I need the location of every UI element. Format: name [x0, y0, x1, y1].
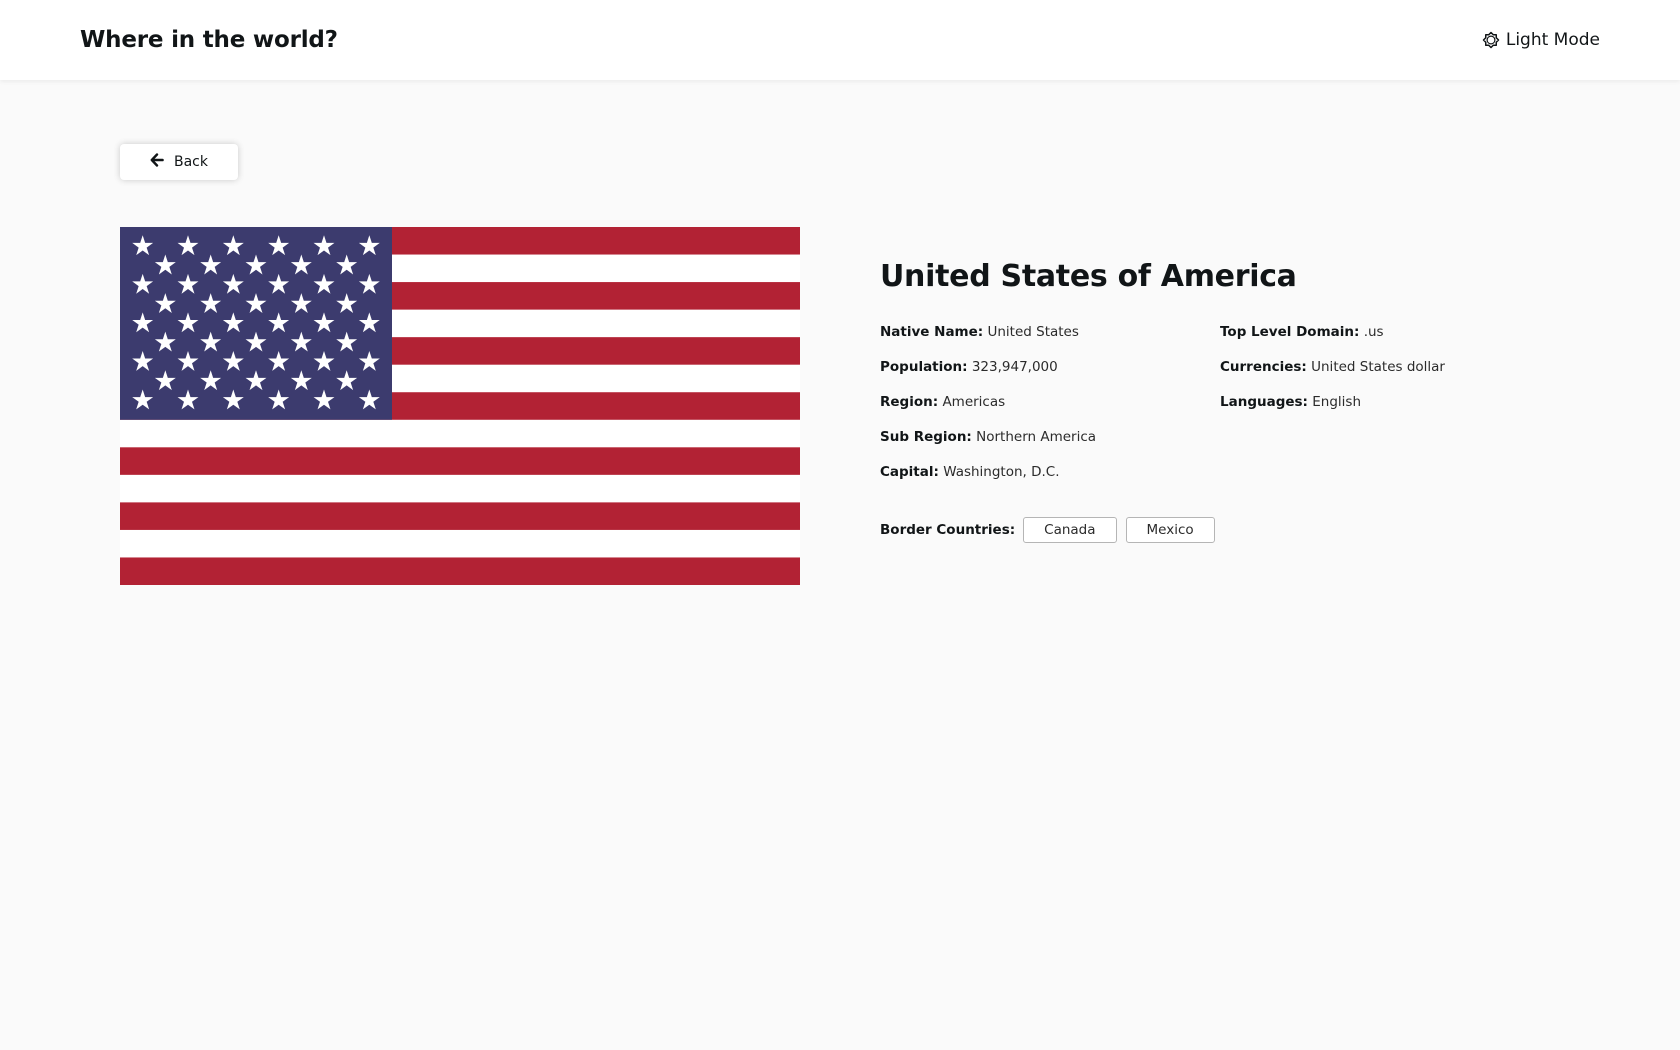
- info-value: Americas: [942, 394, 1006, 410]
- flag-svg: [120, 227, 800, 585]
- flag-stripe: [120, 557, 800, 585]
- info-sub-region: Sub Region: Northern America: [880, 427, 1220, 462]
- info-value: Washington, D.C.: [943, 464, 1060, 480]
- info-value: United States: [987, 324, 1079, 340]
- info-label: Currencies:: [1220, 359, 1307, 375]
- country-name: United States of America: [880, 259, 1297, 294]
- border-country-button-mexico[interactable]: Mexico: [1125, 517, 1215, 543]
- info-value: .us: [1363, 324, 1384, 340]
- info-value: Northern America: [976, 429, 1097, 445]
- info-label: Sub Region:: [880, 429, 972, 445]
- flag-stripe: [120, 502, 800, 530]
- info-languages: Languages: English: [1220, 392, 1560, 427]
- flag-stripe: [120, 447, 800, 475]
- info-top-level-domain: Top Level Domain: .us: [1220, 322, 1560, 357]
- info-population: Population: 323,947,000: [880, 357, 1220, 392]
- border-countries-label: Border Countries:: [880, 522, 1016, 538]
- theme-toggle-label: Light Mode: [1505, 30, 1600, 50]
- info-label: Top Level Domain:: [1220, 324, 1360, 340]
- theme-toggle-button[interactable]: Light Mode: [1482, 0, 1600, 80]
- info-value: United States dollar: [1311, 359, 1445, 375]
- border-countries: Border Countries: Canada Mexico: [880, 517, 1600, 543]
- info-native-name: Native Name: United States: [880, 322, 1220, 357]
- info-value: 323,947,000: [971, 359, 1058, 375]
- back-button[interactable]: Back: [120, 144, 238, 180]
- us-flag-image: [120, 227, 800, 585]
- info-region: Region: Americas: [880, 392, 1220, 427]
- info-column-right: Top Level Domain: .us Currencies: United…: [1220, 322, 1560, 497]
- info-label: Population:: [880, 359, 968, 375]
- info-column-left: Native Name: United States Population: 3…: [880, 322, 1220, 497]
- info-currencies: Currencies: United States dollar: [1220, 357, 1560, 392]
- sun-icon: [1482, 31, 1500, 49]
- info-label: Languages:: [1220, 394, 1308, 410]
- info-columns: Native Name: United States Population: 3…: [880, 322, 1600, 497]
- country-details: United States of America Native Name: Un…: [880, 252, 1600, 543]
- info-label: Native Name:: [880, 324, 984, 340]
- info-value: English: [1312, 394, 1362, 410]
- site-header: Where in the world? Light Mode: [0, 0, 1680, 80]
- arrow-left-icon: [150, 153, 164, 171]
- info-label: Capital:: [880, 464, 939, 480]
- border-country-button-canada[interactable]: Canada: [1023, 517, 1117, 543]
- back-button-label: Back: [174, 154, 208, 170]
- info-capital: Capital: Washington, D.C.: [880, 462, 1220, 497]
- info-label: Region:: [880, 394, 939, 410]
- site-title: Where in the world?: [80, 27, 338, 53]
